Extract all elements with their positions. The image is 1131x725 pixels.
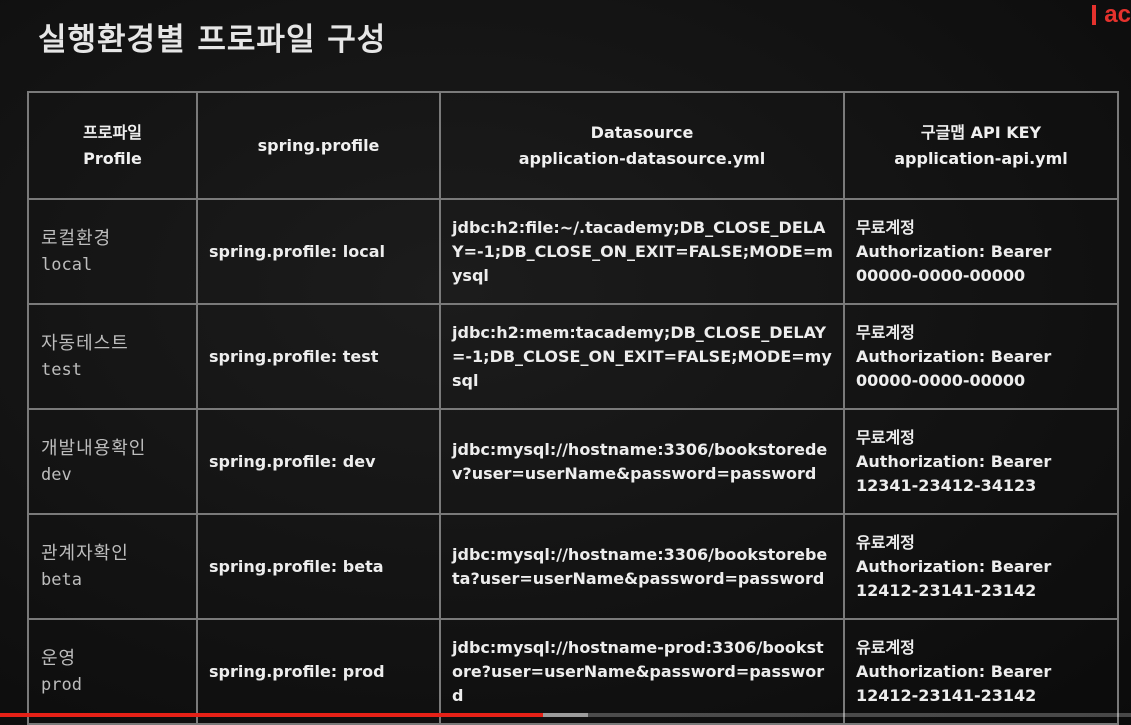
datasource-url: jdbc:h2:mem:tacademy;DB_CLOSE_DELAY=-1;D… — [439, 303, 845, 410]
env-name-ko: 운영 — [41, 647, 77, 669]
brand-logo: ac — [1092, 1, 1131, 28]
header-profile-ko: 프로파일 — [83, 122, 142, 142]
env-cell: 개발내용확인 dev — [27, 408, 198, 515]
env-name-en: test — [41, 359, 82, 380]
datasource-url: jdbc:mysql://hostname-prod:3306/bookstor… — [439, 618, 845, 725]
video-progress-bar[interactable] — [0, 713, 1131, 717]
header-spring-profile-label: spring.profile — [257, 135, 380, 155]
table-row: 로컬환경 local spring.profile: local jdbc:h2… — [27, 198, 1119, 305]
auth-header: Authorization: Bearer — [856, 241, 1052, 261]
brand-bar — [1092, 5, 1097, 25]
brand-logo-text: ac — [1104, 1, 1131, 28]
header-profile-en: Profile — [83, 148, 142, 168]
header-datasource: Datasource application-datasource.yml — [439, 91, 845, 200]
account-type: 유료계정 — [856, 637, 915, 657]
auth-header: Authorization: Bearer — [856, 346, 1052, 366]
table-row: 운영 prod spring.profile: prod jdbc:mysql:… — [27, 618, 1119, 725]
api-key-cell: 무료계정 Authorization: Bearer 00000-0000-00… — [843, 198, 1119, 305]
header-profile: 프로파일 Profile — [27, 91, 198, 200]
header-spring-profile: spring.profile — [196, 91, 441, 200]
header-datasource-file: application-datasource.yml — [518, 148, 766, 168]
api-key-cell: 유료계정 Authorization: Bearer 12412-23141-2… — [843, 618, 1119, 725]
spring-profile-value: spring.profile: prod — [196, 618, 441, 725]
api-key-cell: 무료계정 Authorization: Bearer 12341-23412-3… — [843, 408, 1119, 515]
api-key-value: 00000-0000-00000 — [856, 370, 1026, 390]
env-cell: 자동테스트 test — [27, 303, 198, 410]
spring-profile-value: spring.profile: dev — [196, 408, 441, 515]
header-api-key-file: application-api.yml — [894, 148, 1068, 168]
api-key-value: 12341-23412-34123 — [856, 475, 1037, 495]
auth-header: Authorization: Bearer — [856, 451, 1052, 471]
header-api-key-title: 구글맵 API KEY — [920, 122, 1042, 142]
spring-profile-value: spring.profile: test — [196, 303, 441, 410]
spring-profile-value: spring.profile: beta — [196, 513, 441, 620]
table-header-row: 프로파일 Profile spring.profile Datasource a… — [27, 91, 1119, 200]
table-row: 개발내용확인 dev spring.profile: dev jdbc:mysq… — [27, 408, 1119, 515]
spring-profile-value: spring.profile: local — [196, 198, 441, 305]
account-type: 무료계정 — [856, 427, 915, 447]
env-name-ko: 자동테스트 — [41, 332, 129, 354]
profile-table: 프로파일 Profile spring.profile Datasource a… — [27, 91, 1119, 725]
header-datasource-title: Datasource — [590, 122, 694, 142]
env-name-en: beta — [41, 569, 82, 590]
api-key-cell: 무료계정 Authorization: Bearer 00000-0000-00… — [843, 303, 1119, 410]
api-key-cell: 유료계정 Authorization: Bearer 12412-23141-2… — [843, 513, 1119, 620]
env-cell: 관계자확인 beta — [27, 513, 198, 620]
header-api-key: 구글맵 API KEY application-api.yml — [843, 91, 1119, 200]
slide-title: 실행환경별 프로파일 구성 — [38, 22, 387, 58]
env-name-en: dev — [41, 464, 72, 485]
account-type: 무료계정 — [856, 217, 915, 237]
api-key-value: 00000-0000-00000 — [856, 265, 1026, 285]
datasource-url: jdbc:mysql://hostname:3306/bookstoredev?… — [439, 408, 845, 515]
auth-header: Authorization: Bearer — [856, 661, 1052, 681]
account-type: 무료계정 — [856, 322, 915, 342]
auth-header: Authorization: Bearer — [856, 556, 1052, 576]
datasource-url: jdbc:mysql://hostname:3306/bookstorebeta… — [439, 513, 845, 620]
env-name-ko: 관계자확인 — [41, 542, 129, 564]
env-cell: 운영 prod — [27, 618, 198, 725]
api-key-value: 12412-23141-23142 — [856, 580, 1037, 600]
table-row: 자동테스트 test spring.profile: test jdbc:h2:… — [27, 303, 1119, 410]
env-name-en: local — [41, 254, 93, 275]
table-row: 관계자확인 beta spring.profile: beta jdbc:mys… — [27, 513, 1119, 620]
env-name-ko: 로컬환경 — [41, 227, 112, 249]
env-name-en: prod — [41, 674, 82, 695]
account-type: 유료계정 — [856, 532, 915, 552]
video-progress-fill — [0, 713, 543, 717]
env-name-ko: 개발내용확인 — [41, 437, 147, 459]
api-key-value: 12412-23141-23142 — [856, 685, 1037, 705]
env-cell: 로컬환경 local — [27, 198, 198, 305]
datasource-url: jdbc:h2:file:~/.tacademy;DB_CLOSE_DELAY=… — [439, 198, 845, 305]
